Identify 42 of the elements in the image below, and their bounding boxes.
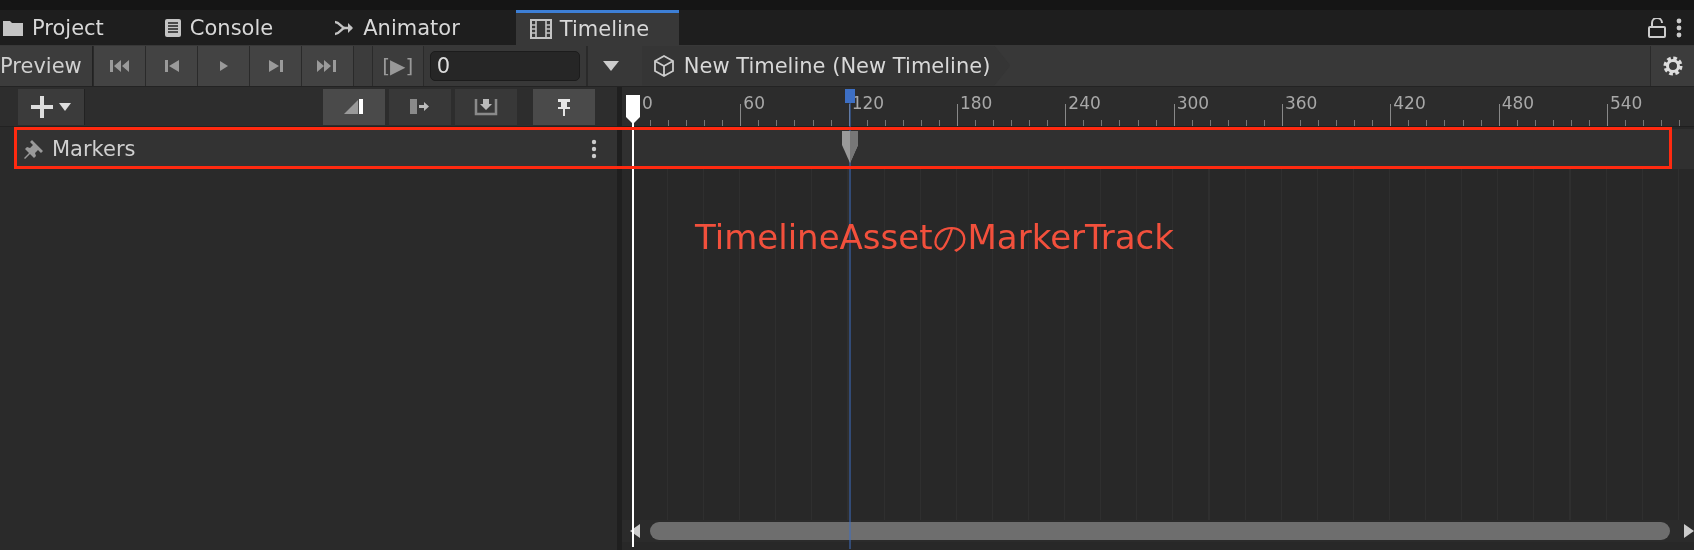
more-icon[interactable] (591, 139, 597, 159)
ruler-label: 0 (642, 93, 653, 113)
scroll-right-icon[interactable] (1684, 524, 1694, 538)
ruler-label: 480 (1501, 93, 1535, 113)
add-button[interactable] (18, 88, 85, 125)
annotation-text: TimelineAssetのMarkerTrack (695, 216, 1174, 259)
step-forward-icon[interactable] (248, 45, 301, 86)
ruler-label: 60 (743, 93, 765, 113)
step-back-icon[interactable] (144, 45, 197, 86)
skip-to-start-icon[interactable] (92, 45, 145, 86)
track-name: Markers (52, 137, 136, 161)
ruler-label: 420 (1393, 93, 1426, 113)
preview-button[interactable]: Preview (0, 45, 93, 86)
skip-to-end-icon[interactable] (300, 45, 353, 86)
cube-icon (651, 53, 676, 78)
plus-icon (31, 95, 53, 118)
ruler-label: 300 (1176, 93, 1210, 113)
settings-icon[interactable] (1650, 45, 1694, 86)
play-range-button[interactable]: [▶] (371, 45, 424, 86)
pin-icon[interactable] (533, 88, 595, 125)
lock-icon[interactable] (1648, 17, 1666, 38)
frame-field[interactable]: 0 (429, 50, 580, 81)
ruler-label: 540 (1609, 93, 1643, 113)
ruler-label: 360 (1284, 93, 1318, 113)
ruler-label: 240 (1068, 93, 1101, 113)
insert-icon[interactable] (455, 88, 517, 125)
scrollbar-thumb[interactable] (650, 522, 1670, 540)
tab[interactable]: Timeline (515, 10, 680, 45)
more-icon[interactable] (1676, 17, 1682, 38)
film-strip-icon (529, 19, 552, 39)
track-header[interactable]: Markers (16, 129, 617, 169)
branch-arrow-icon (333, 18, 356, 37)
ruler-label: 180 (960, 93, 993, 113)
caret-icon (59, 102, 71, 111)
caret-icon (602, 60, 619, 71)
document-icon (163, 17, 182, 38)
ruler-label: 120 (851, 93, 885, 113)
time-ruler[interactable]: 0 60 120 180 240 300 360 420 480 540 (622, 87, 1694, 127)
ramp-icon[interactable] (323, 88, 385, 125)
pin-icon (24, 139, 44, 159)
folder-icon (2, 18, 24, 37)
ripple-icon[interactable] (389, 88, 451, 125)
